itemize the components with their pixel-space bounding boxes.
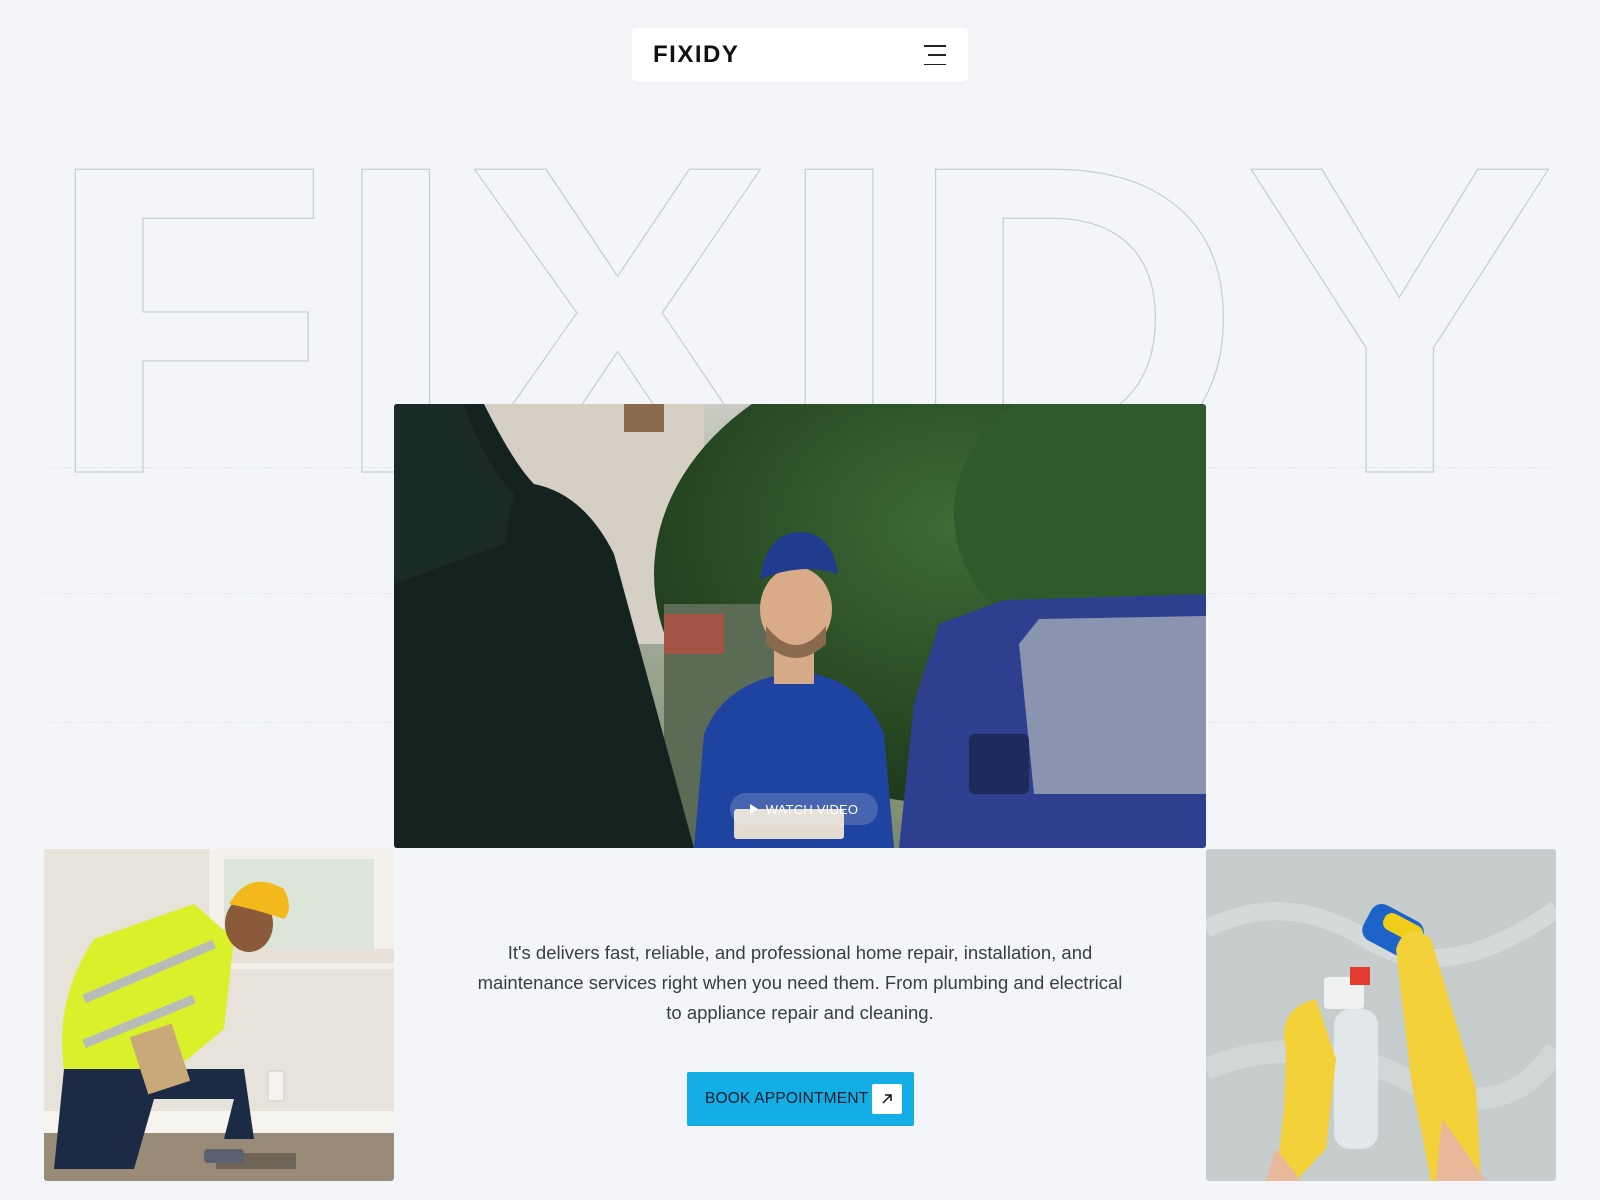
book-appointment-button[interactable]: BOOK APPOINTMENT [687, 1072, 914, 1126]
hero-photo [394, 404, 1206, 848]
arrow-up-right-icon [872, 1084, 902, 1114]
watch-video-button[interactable]: WATCH VIDEO [730, 793, 878, 825]
intro-text: It's delivers fast, reliable, and profes… [477, 942, 1123, 1023]
book-appointment-label: BOOK APPOINTMENT [705, 1090, 869, 1107]
top-navbar: FIXIDY [632, 28, 968, 82]
play-icon [749, 804, 758, 814]
cleaning-photo [1206, 849, 1556, 1181]
hamburger-menu-icon[interactable] [920, 45, 946, 65]
watch-video-label: WATCH VIDEO [765, 801, 859, 817]
logo[interactable]: FIXIDY [653, 41, 739, 69]
worker-photo [44, 849, 394, 1181]
